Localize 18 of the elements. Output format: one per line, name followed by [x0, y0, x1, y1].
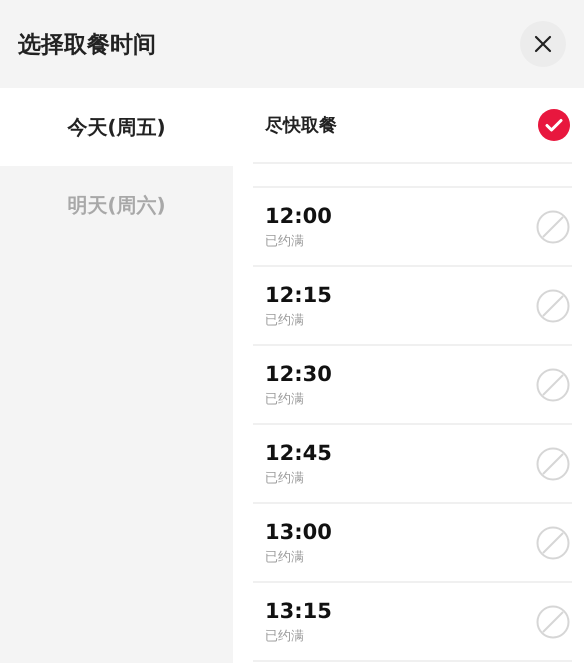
slot-status: 已约满: [265, 628, 305, 644]
slot-time: 12:15: [265, 282, 332, 306]
slot-status: 已约满: [265, 390, 305, 408]
slot-time: 12:45: [265, 440, 332, 464]
time-option[interactable]: 尽快取餐: [253, 88, 572, 164]
option-label: 尽快取餐: [265, 114, 337, 137]
slot-time: 12:30: [265, 362, 332, 386]
slot-status: 已约满: [265, 312, 305, 328]
slot-time: 13:00: [265, 520, 332, 544]
slot-time: 12:00: [265, 204, 332, 228]
day-tab[interactable]: 今天(周五): [0, 88, 233, 166]
slot-time: 13:15: [265, 598, 332, 622]
slot-status: 已约满: [265, 232, 305, 250]
slot-status: 已约满: [265, 548, 305, 566]
sheet-title: 选择取餐时间: [18, 30, 156, 60]
slot-status: 已约满: [265, 470, 305, 486]
close-icon: [533, 34, 553, 54]
close-button[interactable]: [520, 21, 566, 67]
